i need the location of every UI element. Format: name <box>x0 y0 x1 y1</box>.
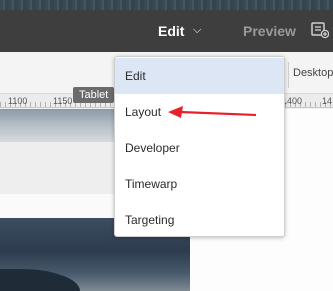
preview-button[interactable]: Preview <box>243 23 296 39</box>
chevron-down-icon[interactable]: ⌵ <box>193 24 201 37</box>
menu-item-timewarp[interactable]: Timewarp <box>115 166 284 202</box>
top-toolbar: Edit ⌵ Preview <box>0 0 333 52</box>
mode-selector-button[interactable]: Edit <box>158 23 184 39</box>
mode-dropdown-menu: Edit Layout Developer Timewarp Targeting <box>114 56 285 237</box>
red-arrow-annotation <box>168 106 257 118</box>
annotation-icon[interactable] <box>311 21 330 39</box>
hero-image <box>0 109 130 142</box>
menu-item-developer[interactable]: Developer <box>115 130 284 166</box>
background-strip <box>0 0 333 10</box>
photo-hill <box>0 269 80 291</box>
menu-item-targeting[interactable]: Targeting <box>115 202 284 238</box>
tablet-breakpoint-tag[interactable]: Tablet <box>73 87 115 103</box>
ruler-label: 1100 <box>8 96 28 106</box>
ruler-label: 1150 <box>53 96 73 106</box>
ruler-label: 1400 <box>282 96 303 106</box>
menu-item-edit[interactable]: Edit <box>115 58 284 94</box>
ruler-label: 14 <box>322 96 333 106</box>
device-separator <box>288 62 289 88</box>
device-desktop[interactable]: Desktop <box>293 67 333 79</box>
